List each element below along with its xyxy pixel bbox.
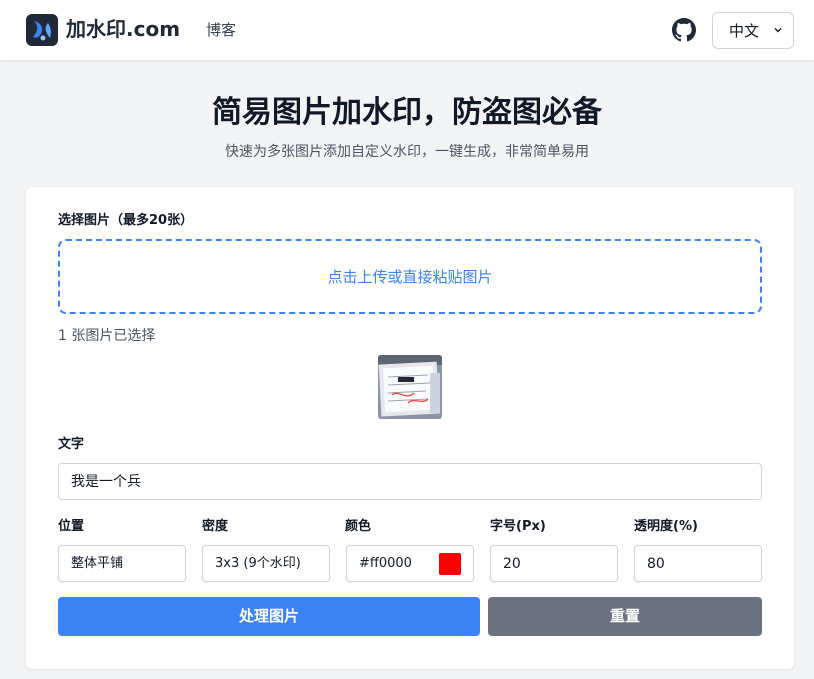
selected-count-text: 1 张图片已选择 (58, 328, 156, 344)
site-logo-text[interactable]: 加水印.com (66, 15, 180, 43)
density-select[interactable]: 3x3 (9个水印) (202, 545, 330, 582)
page-title: 简易图片加水印，防盗图必备 (212, 95, 602, 130)
font-size-value: 20 (503, 556, 521, 572)
position-label: 位置 (58, 519, 85, 534)
chevron-down-icon (774, 28, 782, 33)
language-select-value: 中文 (729, 22, 760, 40)
dropzone-text: 点击上传或直接粘贴图片 (327, 268, 493, 286)
opacity-input[interactable]: 80 (634, 545, 762, 582)
github-icon[interactable] (672, 18, 696, 42)
top-navbar: 加水印.com 博客 中文 (0, 0, 814, 61)
font-size-input[interactable]: 20 (490, 545, 618, 582)
color-input[interactable]: #ff0000 (346, 545, 474, 582)
watermark-form-card: 选择图片（最多20张） 点击上传或直接粘贴图片 1 张图片已选择 文字 我是一个… (26, 187, 794, 669)
image-upload-dropzone[interactable]: 点击上传或直接粘贴图片 (58, 239, 762, 314)
language-select[interactable]: 中文 (712, 12, 794, 49)
position-select-value: 整体平铺 (71, 556, 124, 571)
density-select-value: 3x3 (9个水印) (215, 556, 301, 571)
position-select[interactable]: 整体平铺 (58, 545, 186, 582)
text-label: 文字 (58, 437, 85, 452)
density-label: 密度 (202, 519, 229, 534)
nav-link-blog[interactable]: 博客 (206, 20, 236, 40)
reset-button[interactable]: 重置 (488, 597, 762, 636)
image-select-label: 选择图片（最多20张） (58, 213, 194, 228)
watermark-text-value: 我是一个兵 (71, 474, 141, 490)
watermark-text-input[interactable]: 我是一个兵 (58, 463, 762, 500)
logo-icon[interactable] (26, 14, 58, 46)
process-images-button[interactable]: 处理图片 (58, 597, 480, 636)
color-hex-value: #ff0000 (359, 556, 412, 571)
opacity-value: 80 (647, 556, 665, 572)
color-label: 颜色 (345, 519, 372, 534)
page-subtitle: 快速为多张图片添加自定义水印，一键生成，非常简单易用 (225, 144, 589, 160)
color-swatch[interactable] (439, 553, 461, 575)
image-thumbnail[interactable] (378, 355, 442, 419)
font-size-label: 字号(Px) (490, 519, 546, 534)
opacity-label: 透明度(%) (634, 519, 698, 534)
